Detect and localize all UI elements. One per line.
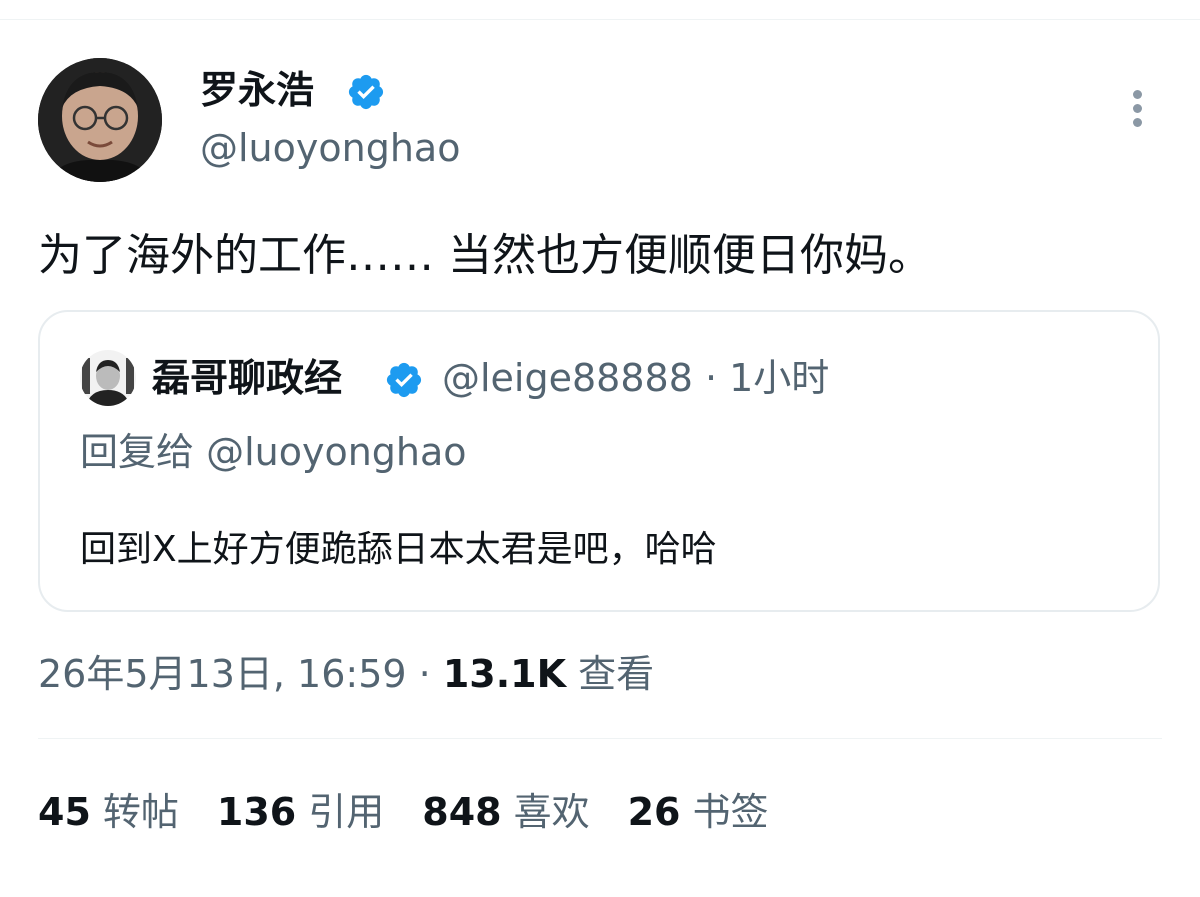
quoted-tweet-card[interactable]: 磊哥聊政经 @leige88888 · 1小时 回复给 @luoyonghao … — [38, 310, 1160, 612]
more-dot-icon — [1133, 90, 1142, 99]
stat-likes[interactable]: 848 喜欢 — [422, 788, 589, 836]
tweet-text: 为了海外的工作…… 当然也方便顺便日你妈。 — [38, 230, 932, 281]
top-divider — [0, 19, 1200, 20]
stat-count: 136 — [216, 790, 297, 834]
separator-dot: · — [418, 652, 431, 696]
more-dot-icon — [1133, 104, 1142, 113]
more-options-button[interactable] — [1118, 86, 1158, 130]
stat-label: 转帖 — [102, 790, 179, 834]
quote-reply-to[interactable]: 回复给 @luoyonghao — [80, 428, 467, 476]
timestamp-row: 26年5月13日, 16:59 · 13.1K 查看 — [38, 650, 654, 698]
author-avatar[interactable] — [38, 58, 162, 182]
quote-text: 回到X上好方便跪舔日本太君是吧，哈哈 — [80, 529, 717, 570]
stat-label: 喜欢 — [513, 790, 590, 834]
author-display-name[interactable]: 罗永浩 — [200, 66, 314, 114]
views-label: 查看 — [578, 652, 655, 696]
stat-count: 848 — [422, 790, 502, 834]
quote-avatar-icon — [80, 350, 136, 406]
quote-display-name[interactable]: 磊哥聊政经 — [152, 354, 342, 402]
stat-count: 45 — [38, 790, 91, 834]
stat-retweets[interactable]: 45 转帖 — [38, 788, 179, 836]
more-dot-icon — [1133, 118, 1142, 127]
tweet-timestamp[interactable]: 26年5月13日, 16:59 — [38, 652, 407, 696]
verified-badge-icon — [386, 362, 422, 398]
verified-badge-icon — [348, 74, 384, 110]
stat-bookmarks[interactable]: 26 书签 — [628, 788, 769, 836]
quote-handle-time[interactable]: @leige88888 · 1小时 — [442, 354, 829, 402]
quote-author-avatar[interactable] — [80, 350, 136, 406]
stat-quotes[interactable]: 136 引用 — [217, 788, 384, 836]
stat-count: 26 — [627, 790, 681, 834]
stat-label: 引用 — [308, 790, 385, 834]
tweet-detail-page: 罗永浩 @luoyonghao 为了海外的工作…… 当然也方便顺便日你妈。 磊哥… — [0, 0, 1200, 897]
stat-label: 书签 — [692, 790, 769, 834]
stats-divider — [38, 738, 1162, 739]
avatar-portrait-icon — [38, 58, 162, 182]
engagement-stats: 45 转帖 136 引用 848 喜欢 26 书签 — [38, 788, 807, 836]
views-count: 13.1K — [442, 652, 567, 696]
author-handle[interactable]: @luoyonghao — [200, 124, 460, 172]
